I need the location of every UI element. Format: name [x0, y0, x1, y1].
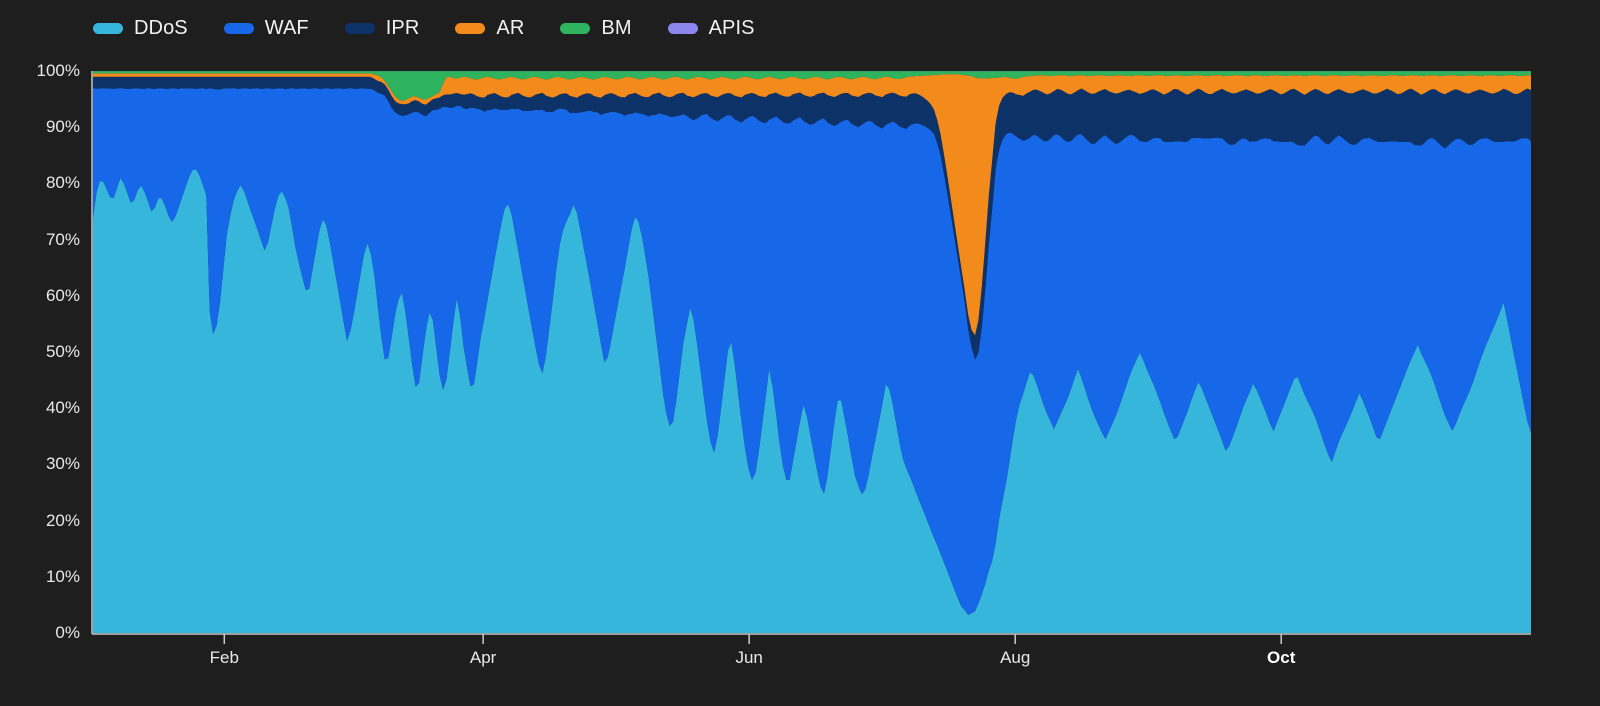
stacked-area-chart: DDoS WAF IPR AR BM APIS 0% 10% 20% 30% 40% 50% 60% 7…: [0, 0, 1600, 706]
x-tick-label: Oct: [1267, 648, 1296, 667]
x-tick-label: Apr: [469, 648, 497, 667]
x-tick-label: Feb: [209, 648, 239, 667]
x-tick-label: Aug: [1000, 648, 1031, 667]
x-axis: Feb Apr Jun Aug Oct: [0, 0, 1600, 706]
x-tick-label: Jun: [735, 648, 763, 667]
